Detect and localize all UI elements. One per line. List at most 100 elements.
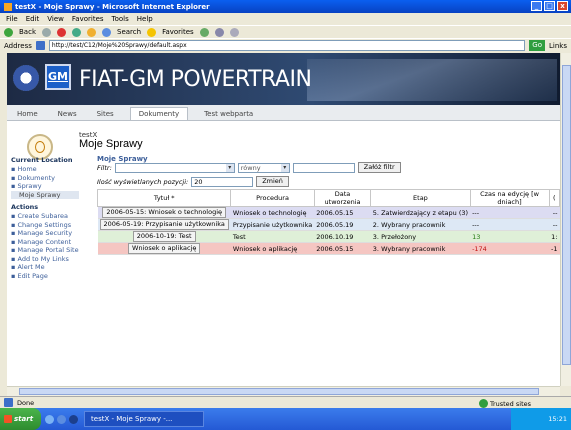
cell-title[interactable]: 2006-05-15: Wniosek o technologię [97, 206, 231, 219]
left-navigation: Current Location ▪ Home ▪ Dokumenty ▪ Sp… [11, 154, 79, 280]
table-row[interactable]: 2006-10-19: Test Test 2006.10.19 3. Przełoż… [97, 230, 560, 243]
menu-tools[interactable]: Tools [112, 15, 129, 23]
col-stage[interactable]: Etap [370, 189, 471, 207]
cell-extra: 1: [549, 230, 560, 243]
action-manage-security[interactable]: ▪ Manage Security [11, 229, 79, 238]
tab-dokumenty[interactable]: Dokumenty [129, 107, 189, 120]
case-link[interactable]: 2006-05-15: Wniosek o technologię [102, 207, 227, 218]
menu-file[interactable]: File [6, 15, 18, 23]
tab-news[interactable]: News [54, 108, 81, 120]
refresh-icon[interactable] [72, 27, 81, 37]
cell-date: 2006.05.19 [314, 218, 371, 231]
taskbar-ie-window[interactable]: testX - Moje Sprawy -... [84, 411, 205, 427]
quicklaunch-desktop-icon[interactable] [45, 414, 55, 424]
vertical-scrollbar[interactable] [560, 53, 571, 386]
search-icon[interactable] [102, 27, 111, 37]
cell-stage: 5. Zatwierdzający z etapu (3) [370, 206, 471, 219]
horizontal-scrollbar[interactable] [7, 386, 560, 396]
actions-header: Actions [11, 203, 39, 211]
cell-date: 2006.05.15 [314, 242, 371, 255]
tab-test-webparta[interactable]: Test webparta [200, 108, 257, 120]
print-icon[interactable] [229, 27, 239, 37]
address-bar: Address http://test/C12/Moje%20Sprawy/de… [0, 38, 571, 52]
home-icon[interactable] [87, 27, 96, 37]
zone-text: Trusted sites [489, 399, 531, 408]
menu-edit[interactable]: Edit [26, 15, 40, 23]
filter-field-select[interactable] [114, 162, 235, 173]
cell-days: 13 [470, 230, 549, 243]
cell-days: --- [470, 206, 549, 219]
go-button[interactable]: Go [529, 40, 546, 51]
taskbar: start testX - Moje Sprawy -... 15:21 [0, 408, 571, 430]
col-procedure[interactable]: Procedura [230, 189, 315, 207]
start-label: start [14, 415, 34, 423]
status-bar: Done Trusted sites [0, 396, 571, 408]
filter-row: Filtr: równy Załóż filtr [97, 162, 401, 173]
location-selected[interactable]: Moje Sprawy [11, 190, 79, 199]
quicklaunch-app-icon[interactable] [69, 414, 79, 424]
change-count-button[interactable]: Zmień [256, 176, 289, 187]
address-input[interactable]: http://test/C12/Moje%20Sprawy/default.as… [48, 40, 526, 51]
menu-favorites[interactable]: Favorites [72, 15, 104, 23]
cell-title[interactable]: 2006-05-19: Przypisanie użytkownika [97, 218, 231, 231]
cell-procedure: Wniosek o technologię [230, 206, 315, 219]
current-location-header: Current Location [11, 156, 73, 164]
cases-table: Tytuł * Procedura Data utworzenia Etap C… [96, 189, 560, 255]
back-icon[interactable] [4, 27, 13, 37]
action-manage-content[interactable]: ▪ Manage Content [11, 238, 79, 247]
case-link[interactable]: 2006-10-19: Test [132, 231, 196, 242]
stop-icon[interactable] [57, 27, 66, 37]
action-manage-portal-site[interactable]: ▪ Manage Portal Site [11, 246, 79, 255]
location-sprawy[interactable]: ▪ Sprawy [11, 182, 79, 191]
tab-sites[interactable]: Sites [93, 108, 118, 120]
history-icon[interactable] [199, 27, 209, 37]
search-button[interactable]: Search [117, 28, 141, 36]
col-date[interactable]: Data utworzenia [313, 189, 372, 207]
menu-view[interactable]: View [47, 15, 64, 23]
action-alert-me[interactable]: ▪ Alert Me [11, 263, 79, 272]
count-input[interactable]: 20 [191, 176, 254, 187]
filter-label: Filtr: [97, 163, 112, 172]
windows-logo-icon [4, 415, 12, 423]
trusted-sites-icon [478, 399, 488, 408]
start-button[interactable]: start [0, 408, 42, 430]
forward-icon[interactable] [42, 27, 51, 37]
minimize-button[interactable]: _ [531, 1, 542, 11]
cell-procedure: Test [230, 230, 315, 243]
apply-filter-button[interactable]: Załóż filtr [357, 162, 401, 173]
links-button[interactable]: Links [549, 42, 567, 50]
favorites-icon[interactable] [147, 27, 157, 37]
count-label: Ilość wyświetlanych pozycji: [97, 177, 189, 186]
case-link[interactable]: Wniosek o aplikację [128, 243, 201, 254]
close-button[interactable]: x [557, 1, 568, 11]
filter-operator-select[interactable]: równy [237, 162, 290, 173]
case-link[interactable]: 2006-05-19: Przypisanie użytkownika [99, 219, 229, 230]
back-button[interactable]: Back [19, 28, 36, 36]
table-row[interactable]: 2006-05-19: Przypisanie użytkownika Przyp… [97, 218, 560, 231]
action-edit-page[interactable]: ▪ Edit Page [11, 272, 79, 281]
cell-title[interactable]: 2006-10-19: Test [97, 230, 231, 243]
table-row[interactable]: Wniosek o aplikację Wniosek o aplikację 20… [97, 242, 560, 255]
location-dokumenty[interactable]: ▪ Dokumenty [11, 174, 79, 183]
window-title: testX - Moje Sprawy - Microsoft Internet… [15, 2, 210, 11]
top-navigation: Home News Sites Dokumenty Test webparta [7, 105, 560, 121]
menu-help[interactable]: Help [137, 15, 153, 23]
col-extra[interactable]: ( [548, 189, 560, 207]
system-tray: 15:21 [511, 408, 571, 430]
action-add-to-my-links[interactable]: ▪ Add to My Links [11, 255, 79, 264]
quicklaunch-ie-icon[interactable] [57, 414, 67, 424]
page-content: testX Moje Sprawy Current Location ▪ Hom… [7, 121, 560, 386]
location-home[interactable]: ▪ Home [11, 165, 79, 174]
action-create-subarea[interactable]: ▪ Create Subarea [11, 212, 79, 221]
cell-title[interactable]: Wniosek o aplikację [97, 242, 231, 255]
col-days[interactable]: Czas na edycję [w dniach] [469, 189, 550, 207]
col-title[interactable]: Tytuł * [96, 189, 232, 207]
count-row: Ilość wyświetlanych pozycji: 20 Zmień [97, 176, 289, 187]
favorites-button[interactable]: Favorites [162, 28, 194, 36]
filter-value-input[interactable] [292, 162, 355, 173]
action-change-settings[interactable]: ▪ Change Settings [11, 221, 79, 230]
maximize-button[interactable]: □ [544, 1, 555, 11]
mail-icon[interactable] [214, 27, 224, 37]
table-row[interactable]: 2006-05-15: Wniosek o technologię Wniosek… [97, 206, 560, 219]
tab-home[interactable]: Home [13, 108, 42, 120]
